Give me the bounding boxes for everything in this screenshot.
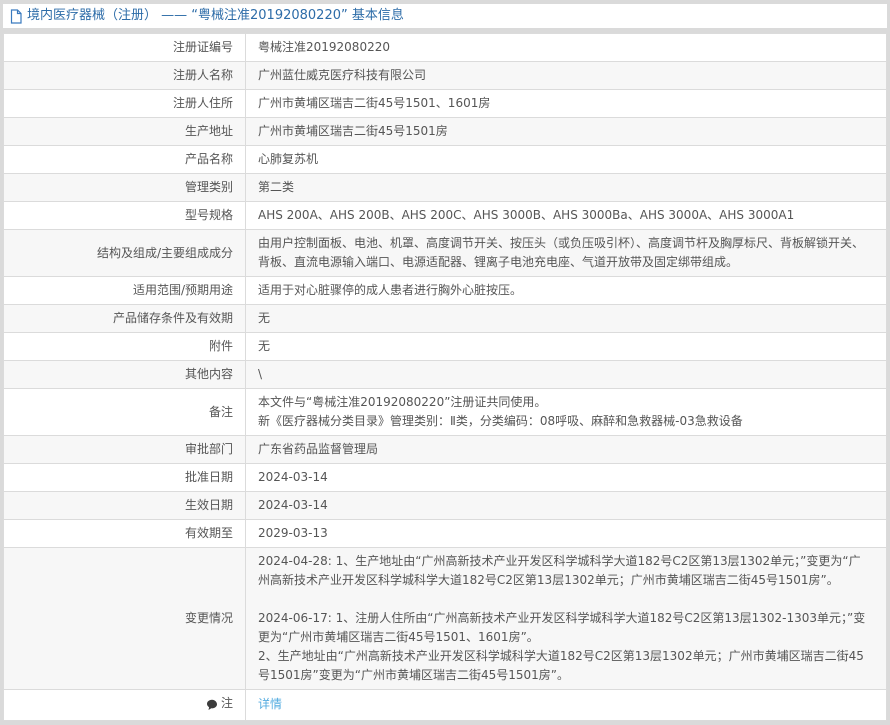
row-value: 由用户控制面板、电池、机罩、高度调节开关、按压头（或负压吸引杯）、高度调节杆及胸… [246, 230, 887, 277]
table-row: 产品储存条件及有效期无 [4, 305, 887, 333]
value-line [258, 590, 872, 609]
table-row: 管理类别第二类 [4, 174, 887, 202]
value-line: 第二类 [258, 178, 872, 197]
row-label: 注册证编号 [4, 34, 246, 62]
row-value: 广州市黄埔区瑞吉二街45号1501房 [246, 118, 887, 146]
row-label-text: 注 [221, 694, 233, 713]
row-label: 生产地址 [4, 118, 246, 146]
table-row: 注册人住所广州市黄埔区瑞吉二街45号1501、1601房 [4, 90, 887, 118]
row-label: 管理类别 [4, 174, 246, 202]
row-label: 结构及组成/主要组成成分 [4, 230, 246, 277]
table-row: 结构及组成/主要组成成分由用户控制面板、电池、机罩、高度调节开关、按压头（或负压… [4, 230, 887, 277]
row-label: 附件 [4, 333, 246, 361]
document-icon [9, 9, 23, 24]
table-row: 备注本文件与“粤械注准20192080220”注册证共同使用。新《医疗器械分类目… [4, 389, 887, 436]
value-line: 2024-03-14 [258, 468, 872, 487]
value-line: 2024-04-28: 1、生产地址由“广州高新技术产业开发区科学城科学大道18… [258, 552, 872, 590]
row-value: 本文件与“粤械注准20192080220”注册证共同使用。新《医疗器械分类目录》… [246, 389, 887, 436]
label-with-icon: 注 [206, 694, 233, 713]
value-line: 广州市黄埔区瑞吉二街45号1501房 [258, 122, 872, 141]
table-row: 附件无 [4, 333, 887, 361]
value-line: 粤械注准20192080220 [258, 38, 872, 57]
table-row: 注 详情 [4, 690, 887, 721]
value-line: 广州市黄埔区瑞吉二街45号1501、1601房 [258, 94, 872, 113]
row-value: 2029-03-13 [246, 520, 887, 548]
value-line: 广州蓝仕威克医疗科技有限公司 [258, 66, 872, 85]
row-value: 无 [246, 305, 887, 333]
row-value: 粤械注准20192080220 [246, 34, 887, 62]
details-link[interactable]: 详情 [258, 697, 282, 711]
row-label: 备注 [4, 389, 246, 436]
row-label: 生效日期 [4, 492, 246, 520]
value-line: 2029-03-13 [258, 524, 872, 543]
row-value: 无 [246, 333, 887, 361]
row-value: 第二类 [246, 174, 887, 202]
row-label: 适用范围/预期用途 [4, 277, 246, 305]
value-line: 无 [258, 309, 872, 328]
row-label: 审批部门 [4, 436, 246, 464]
table-row: 产品名称心肺复苏机 [4, 146, 887, 174]
value-line: 2024-03-14 [258, 496, 872, 515]
row-label: 变更情况 [4, 548, 246, 690]
header-bar: 境内医疗器械（注册） —— “粤械注准20192080220” 基本信息 [3, 4, 887, 28]
row-value: 广东省药品监督管理局 [246, 436, 887, 464]
value-line: 2024-06-17: 1、注册人住所由“广州高新技术产业开发区科学城科学大道1… [258, 609, 872, 647]
value-line: 心肺复苏机 [258, 150, 872, 169]
table-row: 注册人名称广州蓝仕威克医疗科技有限公司 [4, 62, 887, 90]
row-label: 型号规格 [4, 202, 246, 230]
row-value: AHS 200A、AHS 200B、AHS 200C、AHS 3000B、AHS… [246, 202, 887, 230]
row-value: 详情 [246, 690, 887, 721]
table-row: 变更情况 2024-04-28: 1、生产地址由“广州高新技术产业开发区科学城科学… [4, 548, 887, 690]
table-row: 审批部门广东省药品监督管理局 [4, 436, 887, 464]
table-row: 其他内容 \ [4, 361, 887, 389]
value-line: 2、生产地址由“广州高新技术产业开发区科学城科学大道182号C2区第13层130… [258, 647, 872, 685]
row-label: 产品名称 [4, 146, 246, 174]
row-value: 2024-04-28: 1、生产地址由“广州高新技术产业开发区科学城科学大道18… [246, 548, 887, 690]
value-line: 由用户控制面板、电池、机罩、高度调节开关、按压头（或负压吸引杯）、高度调节杆及胸… [258, 234, 872, 272]
value-line: \ [258, 365, 872, 384]
row-value: 心肺复苏机 [246, 146, 887, 174]
info-table: 注册证编号粤械注准20192080220注册人名称广州蓝仕威克医疗科技有限公司注… [3, 33, 887, 721]
page-title: 境内医疗器械（注册） —— “粤械注准20192080220” 基本信息 [27, 7, 404, 25]
value-line: AHS 200A、AHS 200B、AHS 200C、AHS 3000B、AHS… [258, 206, 872, 225]
table-row: 生效日期 2024-03-14 [4, 492, 887, 520]
table-row: 注册证编号粤械注准20192080220 [4, 34, 887, 62]
table-row: 适用范围/预期用途适用于对心脏骤停的成人患者进行胸外心脏按压。 [4, 277, 887, 305]
value-line: 新《医疗器械分类目录》管理类别：Ⅱ类，分类编码：08呼吸、麻醉和急救器械-03急… [258, 412, 872, 431]
value-line: 适用于对心脏骤停的成人患者进行胸外心脏按压。 [258, 281, 872, 300]
table-row: 型号规格 AHS 200A、AHS 200B、AHS 200C、AHS 3000B… [4, 202, 887, 230]
row-label: 注册人名称 [4, 62, 246, 90]
row-label: 注册人住所 [4, 90, 246, 118]
row-label: 产品储存条件及有效期 [4, 305, 246, 333]
value-line: 详情 [258, 695, 872, 714]
row-value: 广州市黄埔区瑞吉二街45号1501、1601房 [246, 90, 887, 118]
table-row: 生产地址广州市黄埔区瑞吉二街45号1501房 [4, 118, 887, 146]
table-row: 有效期至 2029-03-13 [4, 520, 887, 548]
value-line: 无 [258, 337, 872, 356]
row-label: 批准日期 [4, 464, 246, 492]
row-label: 其他内容 [4, 361, 246, 389]
value-line: 广东省药品监督管理局 [258, 440, 872, 459]
row-value: 适用于对心脏骤停的成人患者进行胸外心脏按压。 [246, 277, 887, 305]
table-row: 批准日期 2024-03-14 [4, 464, 887, 492]
row-value: 2024-03-14 [246, 464, 887, 492]
row-value: \ [246, 361, 887, 389]
note-balloon-icon [206, 699, 218, 711]
row-value: 2024-03-14 [246, 492, 887, 520]
value-line: 本文件与“粤械注准20192080220”注册证共同使用。 [258, 393, 872, 412]
row-label: 注 [4, 690, 246, 721]
row-value: 广州蓝仕威克医疗科技有限公司 [246, 62, 887, 90]
page: 境内医疗器械（注册） —— “粤械注准20192080220” 基本信息 注册证… [0, 0, 890, 725]
row-label: 有效期至 [4, 520, 246, 548]
